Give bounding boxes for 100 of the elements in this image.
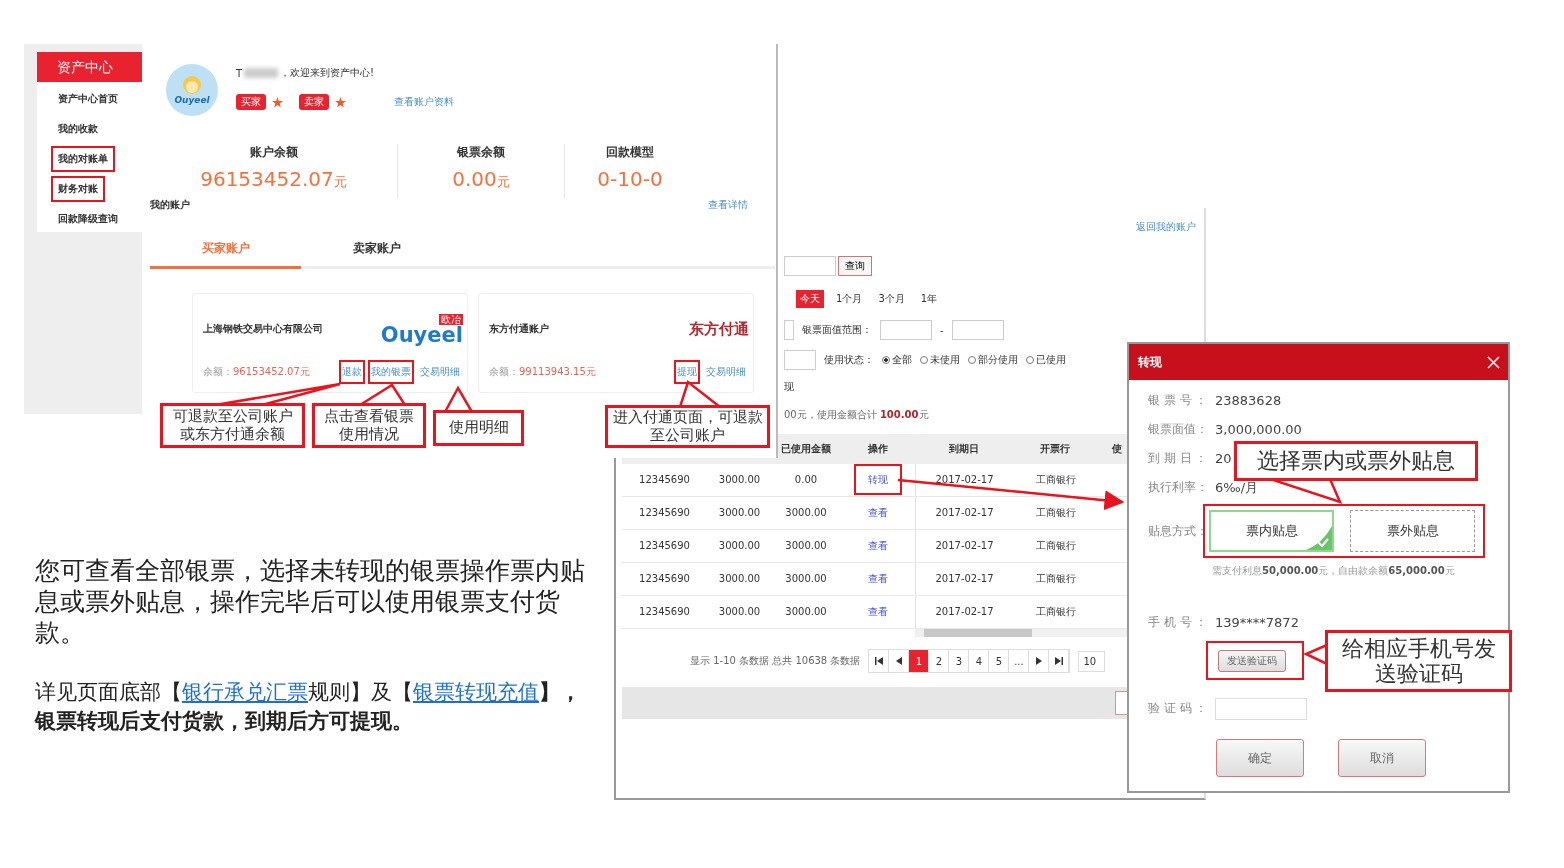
avatar-icon: Ouyeel (166, 64, 218, 116)
field-value: 139****7872 (1215, 615, 1299, 630)
table-cell-text: 3000.00 (717, 572, 762, 586)
close-icon[interactable] (1487, 355, 1500, 369)
field-label: 银票面值： (1148, 421, 1209, 438)
callout: 给相应手机号发送验证码 (1325, 630, 1512, 692)
prev-page-icon (895, 657, 902, 665)
column-header: 操作 (866, 442, 889, 456)
table-cell-text: 3000.00 (717, 473, 762, 487)
dialog-button[interactable]: 取消 (1338, 739, 1426, 777)
account-action-link[interactable]: 我的银票 (368, 360, 414, 384)
page-button[interactable]: 1 (909, 650, 930, 672)
section-label: 我的账户 (150, 198, 190, 212)
table-cell: 2017-02-17 (915, 497, 1013, 529)
account-balance: 余额：96153452.07元 (203, 365, 310, 379)
star-icon (272, 96, 283, 108)
account-tab[interactable]: 卖家账户 (301, 234, 452, 266)
welcome-text: ，欢迎来到资产中心! (280, 66, 375, 80)
table-cell-text: 3000.00 (717, 539, 762, 553)
sidebar-item[interactable]: 我的对账单 (51, 146, 115, 172)
page-button[interactable]: ... (1009, 650, 1030, 672)
discount-option[interactable]: 票外贴息 (1350, 510, 1475, 552)
page-button[interactable]: 5 (989, 650, 1010, 672)
table-cell-text: 3000.00 (784, 506, 828, 520)
account-action-link[interactable]: 交易明细 (703, 360, 749, 384)
field-value: 6‰/月 (1215, 478, 1259, 497)
pagination-info: 显示 1-10 条数据 总共 10638 条数据 (690, 654, 861, 668)
table-cell-text: 0.00 (793, 473, 819, 487)
input-field[interactable] (784, 320, 794, 340)
field-label: 验 证 码 ： (1148, 700, 1209, 717)
account-action-link[interactable]: 退款 (339, 360, 365, 384)
period-option[interactable]: 1个月 (832, 290, 867, 308)
ouyeel-logo: 欧冶 Ouyeel (380, 313, 463, 345)
stat-label: 回款模型 (605, 144, 655, 161)
dialog-title: 转现 (1138, 353, 1162, 371)
table-cell-text: 工商银行 (1034, 539, 1077, 553)
back-link[interactable]: 返回我的账户 (1136, 220, 1196, 234)
dialog-button[interactable]: 确定 (1216, 739, 1304, 777)
description-text: 详见页面底部【银行承兑汇票规则】及【银票转现充值】，银票转现后支付货款，到期后方可提现。 (35, 679, 582, 735)
row-action-link[interactable]: 转现 (853, 464, 902, 495)
stat-label: 账户余额 (248, 144, 299, 161)
account-balance: 余额：99113943.15元 (489, 365, 596, 379)
input-field[interactable] (784, 256, 836, 276)
details-link[interactable]: 查看详情 (708, 198, 748, 212)
status-radio[interactable]: 全部 (882, 353, 912, 367)
period-option[interactable]: 今天 (796, 290, 824, 308)
next-page-icon (1035, 657, 1042, 665)
page-button[interactable]: 4 (969, 650, 990, 672)
input-field[interactable] (784, 350, 816, 370)
account-action-link[interactable]: 交易明细 (417, 360, 463, 384)
table-cell-text: 12345690 (638, 539, 691, 553)
period-option[interactable]: 3个月 (874, 290, 909, 308)
period-option[interactable]: 1年 (916, 290, 942, 308)
table-cell: 2017-02-17 (915, 596, 1013, 628)
range-label: 银票面值范围： (802, 323, 872, 337)
row-action-link[interactable]: 查看 (853, 530, 902, 561)
redaction-blur (244, 68, 279, 78)
interest-note: 需支付利息50,000.00元，自由款余额65,000.00元 (1212, 564, 1456, 578)
status-label: 使用状态： (824, 353, 874, 367)
row-action-link[interactable]: 查看 (853, 596, 902, 627)
rule-link[interactable]: 银行承兑汇票 (182, 680, 308, 704)
page-size-select[interactable]: 10 (1078, 650, 1106, 672)
table-cell-text: 3000.00 (784, 539, 828, 553)
sidebar-item[interactable]: 我的收款 (51, 116, 105, 142)
account-name: 上海钢铁交易中心有限公司 (203, 322, 323, 336)
table-cell: 2017-02-17 (915, 530, 1013, 562)
profile-link[interactable]: 查看账户资料 (394, 95, 454, 109)
sidebar-item[interactable]: 回款降级查询 (51, 206, 125, 232)
table-cell-text: 3000.00 (784, 572, 828, 586)
check-icon (1306, 526, 1332, 550)
status-radio[interactable]: 部分使用 (968, 353, 1018, 367)
input-field[interactable] (880, 320, 932, 340)
row-action-link[interactable]: 查看 (853, 563, 902, 594)
last-page-icon (1054, 657, 1063, 665)
status-radio[interactable]: 未使用 (920, 353, 960, 367)
input-field[interactable] (1215, 697, 1307, 720)
role-badge: 卖家 (299, 94, 329, 110)
status-radio[interactable]: 已使用 (1026, 353, 1066, 367)
send-code-button[interactable]: 发送验证码 (1218, 650, 1286, 672)
page-button[interactable]: 3 (949, 650, 970, 672)
table-cell-text: 工商银行 (1034, 605, 1077, 619)
account-name: 东方付通账户 (489, 322, 549, 336)
query-button[interactable]: 查询 (838, 256, 872, 276)
first-page-icon (874, 657, 883, 665)
discount-option[interactable]: 票内贴息 (1209, 510, 1334, 552)
table-cell-text: 3000.00 (717, 506, 762, 520)
sidebar-item[interactable]: 资产中心首页 (51, 86, 125, 112)
rule-link[interactable]: 银票转现充值 (413, 680, 539, 704)
input-field[interactable] (951, 320, 1004, 340)
table-cell: 2017-02-17 (915, 464, 1013, 496)
star-icon (335, 96, 346, 108)
column-header: 已使用金额 (780, 442, 832, 456)
column-header: 开票行 (1038, 442, 1071, 456)
stat-value: 0.00元 (451, 167, 511, 191)
row-action-link[interactable]: 查看 (853, 497, 902, 528)
sidebar-item[interactable]: 财务对账 (51, 176, 105, 202)
page-button[interactable]: 2 (929, 650, 950, 672)
table-cell-text: 12345690 (638, 605, 691, 619)
stat-label: 银票余额 (456, 144, 506, 161)
stat-value: 96153452.07元 (199, 167, 348, 191)
